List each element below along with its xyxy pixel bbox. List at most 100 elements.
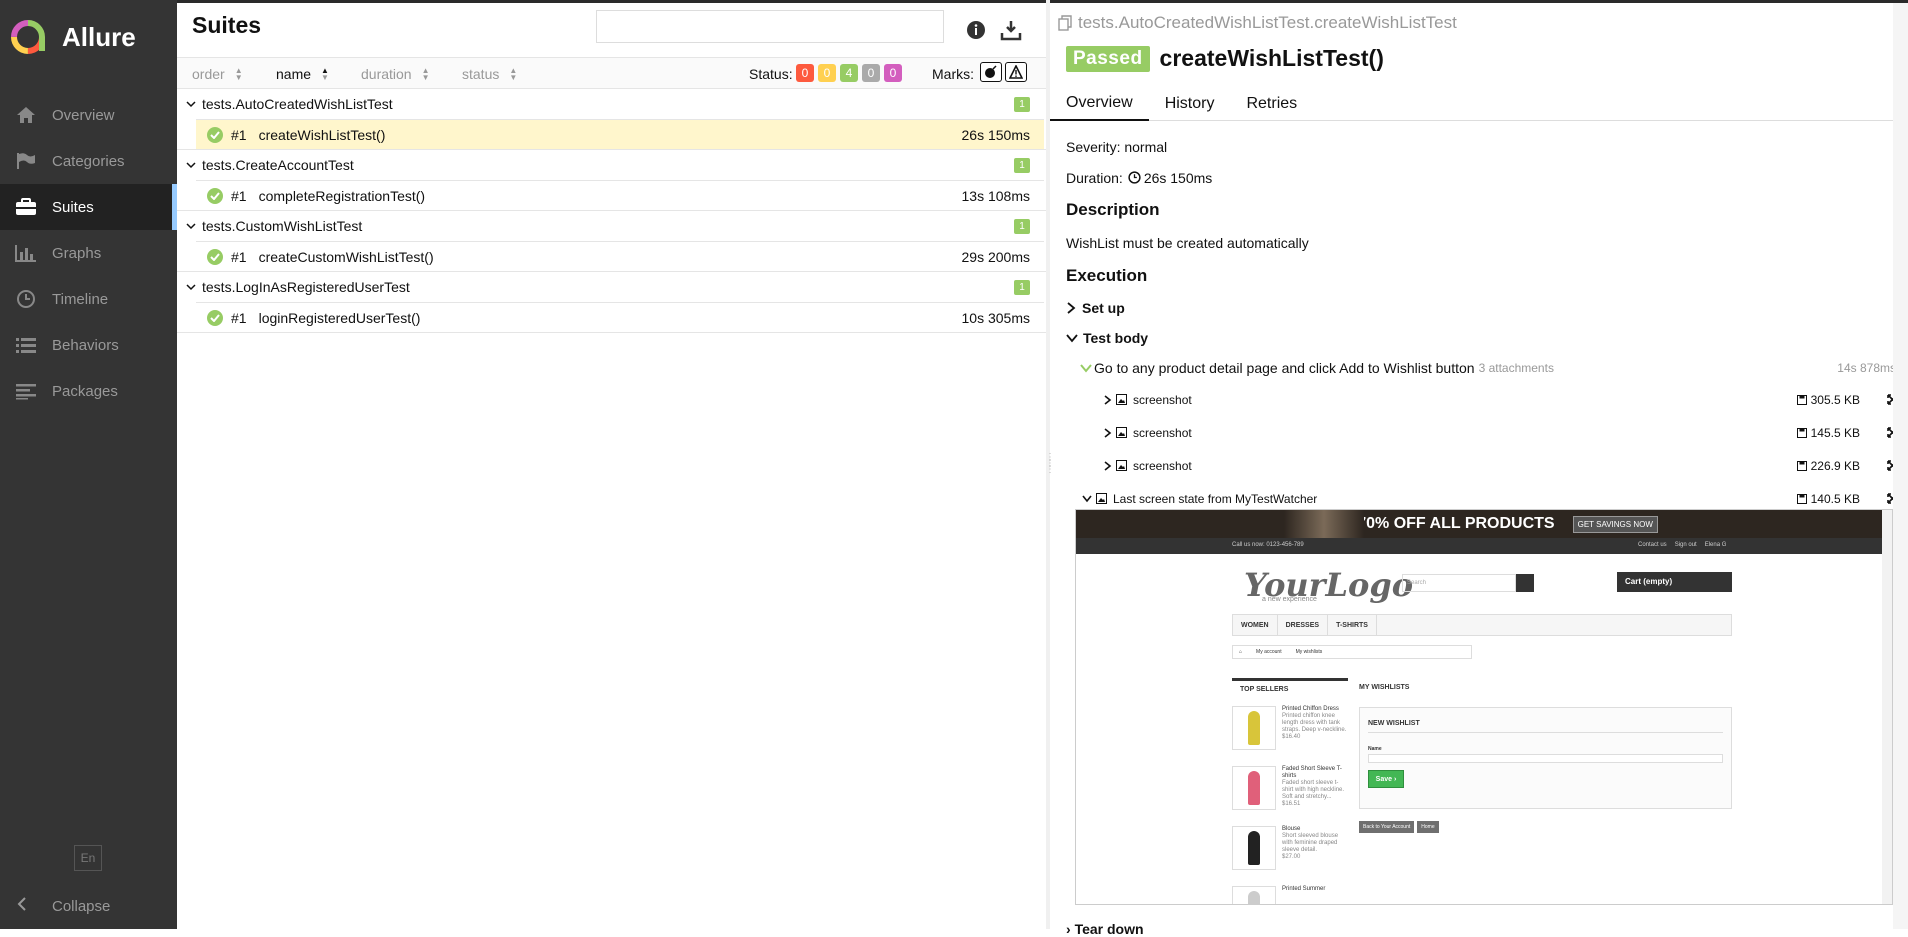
preview-banner-photo <box>1284 510 1364 538</box>
sort-status-label: status <box>462 66 500 82</box>
attachment-row[interactable]: screenshot 226.9 KB <box>1066 449 1908 482</box>
preview-scrollbar[interactable] <box>1882 510 1892 904</box>
details-scrollbar[interactable] <box>1893 3 1908 929</box>
sidebar-item-label: Overview <box>52 106 115 124</box>
chevron-down-icon <box>186 162 196 169</box>
flaky-mark-toggle[interactable] <box>980 62 1002 82</box>
sidebar-item-label: Packages <box>52 382 118 400</box>
sidebar-item-packages[interactable]: Packages <box>0 368 177 414</box>
attachment-size: 305.5 KB <box>1796 393 1860 407</box>
step-row[interactable]: Go to any product detail page and click … <box>1066 353 1908 383</box>
allure-logo-icon <box>11 20 45 54</box>
preview-product-thumb <box>1232 766 1276 810</box>
sidebar-item-overview[interactable]: Overview <box>0 92 177 138</box>
copy-icon[interactable] <box>1058 15 1072 31</box>
status-skipped-toggle[interactable]: 0 <box>862 64 880 82</box>
preview-my-wishlists: MY WISHLISTS <box>1359 684 1410 691</box>
search-input[interactable] <box>596 10 944 43</box>
sidebar-item-behaviors[interactable]: Behaviors <box>0 322 177 368</box>
page-title: Suites <box>192 12 262 38</box>
duration-value: 26s 150ms <box>1143 169 1213 186</box>
suite-count-badge: 1 <box>1014 97 1030 112</box>
new-failed-mark-toggle[interactable] <box>1005 62 1027 82</box>
info-icon[interactable] <box>963 17 989 43</box>
status-passed-toggle[interactable]: 4 <box>840 64 858 82</box>
tab-history[interactable]: History <box>1149 87 1231 121</box>
preview-call-us: Call us now: 0123-456-789 <box>1232 542 1304 548</box>
test-row[interactable]: #1 createCustomWishListTest() 29s 200ms <box>196 241 1044 271</box>
suite-group-header[interactable]: tests.CustomWishListTest 1 <box>177 211 1046 241</box>
status-unknown-toggle[interactable]: 0 <box>884 64 902 82</box>
attachment-row[interactable]: screenshot 305.5 KB <box>1066 383 1908 416</box>
test-title: createWishListTest() <box>1159 45 1384 71</box>
marks-label: Marks: <box>932 66 974 82</box>
bomb-icon <box>985 65 997 78</box>
save-icon <box>1796 427 1807 438</box>
test-row[interactable]: #1 completeRegistrationTest() 13s 108ms <box>196 180 1044 210</box>
overview-content: Severity: normal Duration: 26s 150ms Des… <box>1066 131 1908 515</box>
sort-arrows-icon: ▲ ▼ <box>234 66 243 82</box>
preview-product-desc: Short sleeved blouse with feminine drape… <box>1282 833 1339 853</box>
save-icon <box>1796 460 1807 471</box>
home-icon <box>14 105 38 125</box>
attachment-size: 226.9 KB <box>1796 459 1860 473</box>
suite-count-badge: 1 <box>1014 219 1030 234</box>
status-failed-toggle[interactable]: 0 <box>796 64 814 82</box>
attachment-name: screenshot <box>1133 425 1192 440</box>
test-row[interactable]: #1 loginRegisteredUserTest() 10s 305ms <box>196 302 1044 332</box>
brand[interactable]: Allure <box>0 0 177 74</box>
sort-name-label: name <box>276 66 312 82</box>
chevron-right-icon: › <box>1066 921 1075 937</box>
status-broken-toggle[interactable]: 0 <box>818 64 836 82</box>
suite-group: tests.AutoCreatedWishListTest 1 #1 creat… <box>177 89 1046 150</box>
test-body-section[interactable]: Test body <box>1066 323 1908 353</box>
suite-group: tests.CreateAccountTest 1 #1 completeReg… <box>177 150 1046 211</box>
test-row[interactable]: #1 createWishListTest() 26s 150ms <box>196 119 1044 149</box>
preview-product-name: Faded Short Sleeve T-shirts <box>1282 766 1342 779</box>
suite-group: tests.CustomWishListTest 1 #1 createCust… <box>177 211 1046 272</box>
preview-crumb: My account <box>1256 649 1282 655</box>
image-icon <box>1116 460 1127 471</box>
brand-name: Allure <box>62 21 136 52</box>
preview-new-wishlist: NEW WISHLIST <box>1368 720 1723 733</box>
setup-section[interactable]: Set up <box>1066 293 1908 323</box>
preview-search-icon <box>1516 574 1534 592</box>
language-button[interactable]: En <box>74 845 102 871</box>
sort-duration[interactable]: duration ▲ ▼ <box>361 66 430 82</box>
chevron-down-icon <box>186 284 196 291</box>
suite-group-header[interactable]: tests.LogInAsRegisteredUserTest 1 <box>177 272 1046 302</box>
sidebar-item-suites[interactable]: Suites <box>0 184 177 230</box>
sort-status[interactable]: status ▲ ▼ <box>462 66 517 82</box>
preview-product-price: $16.40 <box>1282 734 1301 740</box>
preview-nav-buttons: Back to Your Account Home <box>1359 821 1439 833</box>
suite-group-header[interactable]: tests.AutoCreatedWishListTest 1 <box>177 89 1046 119</box>
tab-retries[interactable]: Retries <box>1230 87 1313 121</box>
status-filter: 0 0 4 0 0 <box>796 64 902 82</box>
preview-back-button: Back to Your Account <box>1359 821 1415 833</box>
sort-order[interactable]: order ▲ ▼ <box>192 66 243 82</box>
collapse-button[interactable]: Collapse <box>0 883 177 929</box>
preview-product-price: $27.00 <box>1282 854 1301 860</box>
preview-save-button: Save › <box>1368 770 1404 788</box>
sidebar-item-label: Suites <box>52 198 94 216</box>
preview-product-text: Faded Short Sleeve T-shirts Faded short … <box>1282 766 1348 808</box>
preview-product-desc: Faded short sleeve t-shirt with high nec… <box>1282 780 1345 800</box>
description-text: WishList must be created automatically <box>1066 235 1309 251</box>
attachment-name: Last screen state from MyTestWatcher <box>1113 491 1318 506</box>
preview-name-input <box>1368 754 1723 763</box>
sidebar-item-graphs[interactable]: Graphs <box>0 230 177 276</box>
attachment-size: 145.5 KB <box>1796 426 1860 440</box>
sidebar-item-categories[interactable]: Categories <box>0 138 177 184</box>
tab-overview[interactable]: Overview <box>1050 87 1149 121</box>
chevron-down-icon <box>186 223 196 230</box>
sidebar-item-timeline[interactable]: Timeline <box>0 276 177 322</box>
download-icon[interactable] <box>998 17 1024 43</box>
attachment-row[interactable]: screenshot 145.5 KB <box>1066 416 1908 449</box>
duration-label: Duration: <box>1066 169 1123 186</box>
suite-group-header[interactable]: tests.CreateAccountTest 1 <box>177 150 1046 180</box>
preview-link: Sign out <box>1674 542 1697 548</box>
preview-tagline: a new experience <box>1262 596 1317 603</box>
sort-name[interactable]: name ▲ ▼ <box>276 66 329 82</box>
teardown-section[interactable]: › Tear down <box>1066 921 1144 937</box>
sidebar-footer: En Collapse <box>0 845 177 929</box>
